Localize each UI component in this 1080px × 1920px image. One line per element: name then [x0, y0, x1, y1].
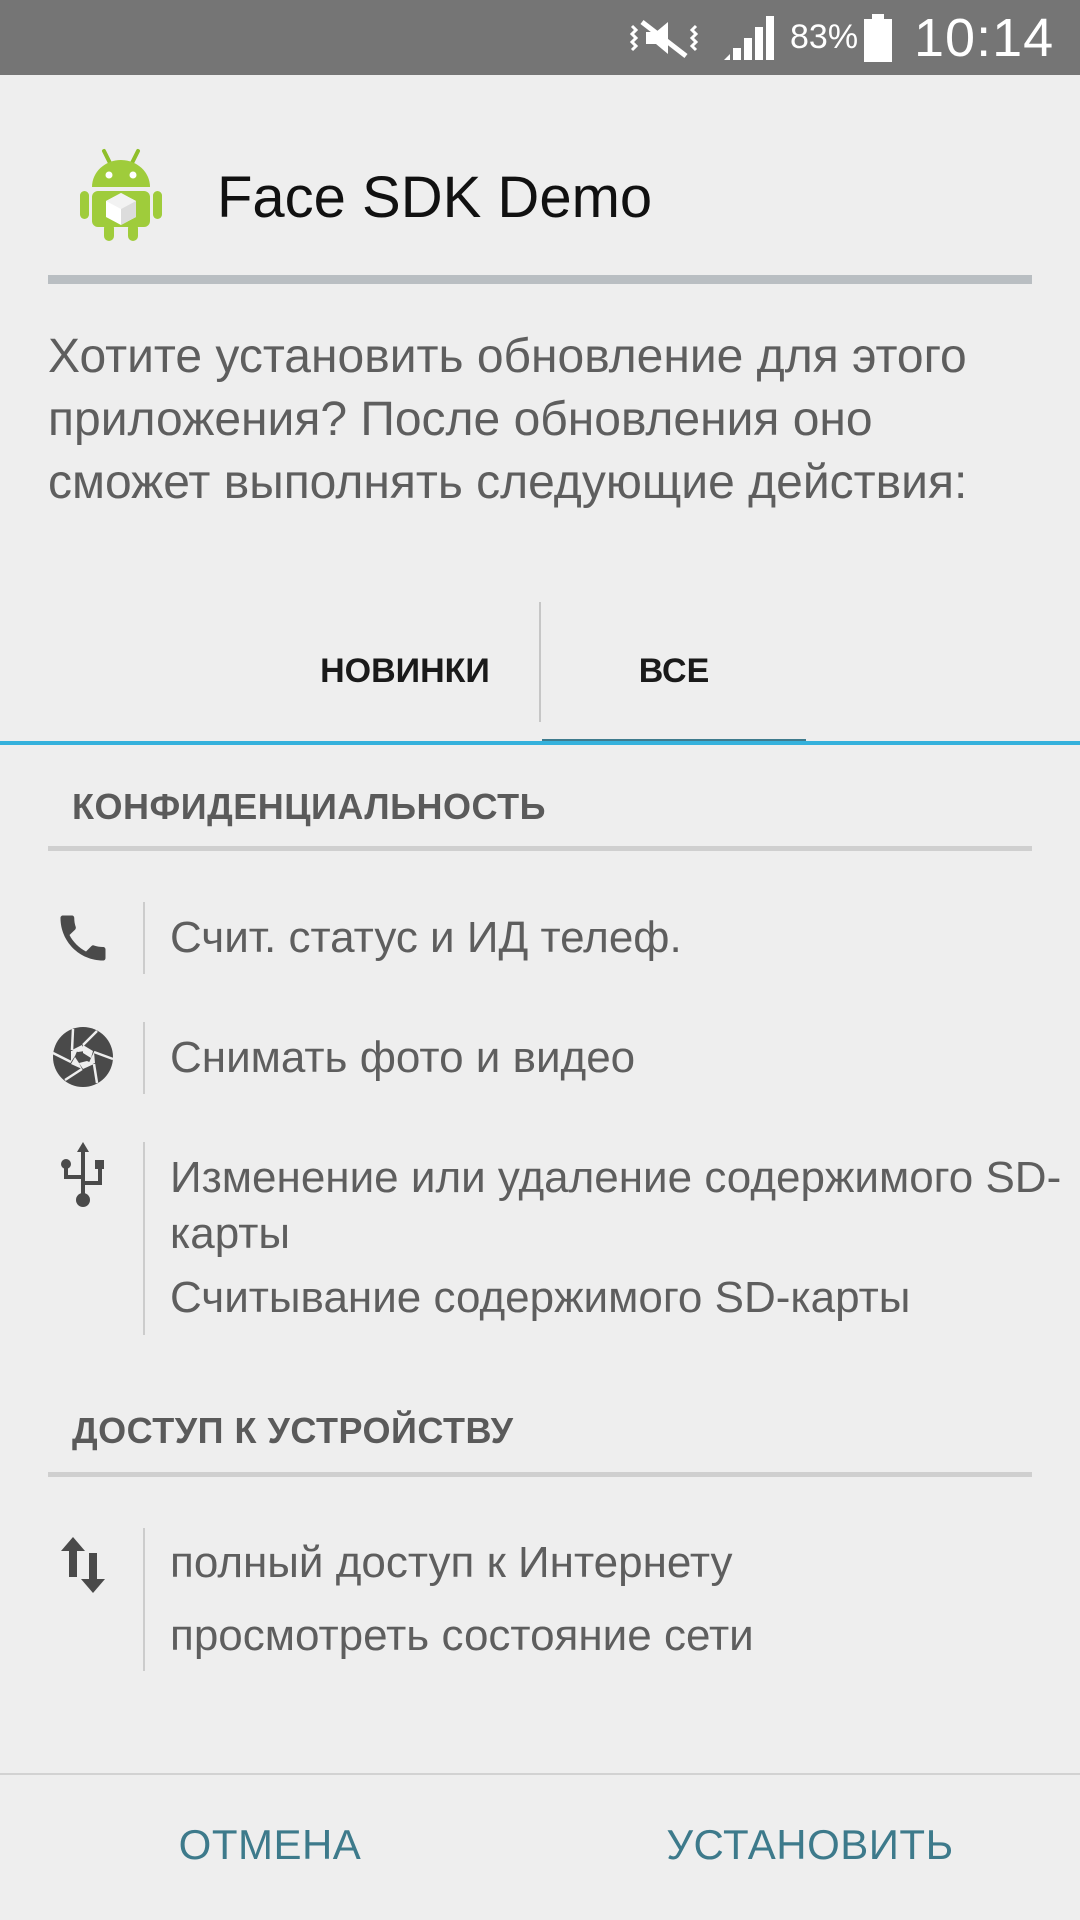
- camera-shutter-icon: [50, 1024, 116, 1090]
- permission-separator: [143, 902, 145, 974]
- permission-item: полный доступ к Интернету: [170, 1538, 733, 1587]
- permission-separator: [143, 1142, 145, 1335]
- battery-percent: 83%: [790, 18, 859, 56]
- android-app-icon: [78, 147, 164, 243]
- permission-item: просмотреть состояние сети: [170, 1611, 754, 1660]
- permission-item: Изменение или удаление содержимого SD-ка…: [170, 1153, 1062, 1258]
- status-bar: 83% 10:14: [0, 0, 1080, 75]
- tab-all[interactable]: ВСЕ: [542, 600, 806, 742]
- update-prompt: Хотите установить обновление для этого п…: [48, 330, 968, 509]
- permission-item: Считывание содержимого SD-карты: [170, 1273, 911, 1322]
- cancel-button[interactable]: ОТМЕНА: [120, 1790, 420, 1900]
- tabs-underline: [0, 741, 1080, 745]
- section-divider: [48, 846, 1032, 851]
- permission-separator: [143, 1528, 145, 1671]
- mute-vibrate-icon: [628, 0, 700, 75]
- clock: 10:14: [914, 7, 1055, 68]
- phone-icon: [50, 905, 116, 971]
- permission-item: Снимать фото и видео: [170, 1033, 636, 1082]
- section-divider: [48, 1472, 1032, 1477]
- signal-icon: [722, 0, 774, 75]
- header-divider: [48, 275, 1032, 284]
- network-arrows-icon: [50, 1532, 116, 1598]
- button-bar-divider: [0, 1773, 1080, 1775]
- tab-new[interactable]: НОВИНКИ: [270, 600, 540, 742]
- section-title-privacy: КОНФИДЕНЦИАЛЬНОСТЬ: [72, 786, 546, 827]
- usb-icon: [50, 1142, 116, 1208]
- install-button[interactable]: УСТАНОВИТЬ: [640, 1790, 980, 1900]
- app-title: Face SDK Demo: [217, 165, 653, 230]
- tab-separator: [539, 602, 541, 722]
- battery-icon: [862, 0, 894, 75]
- section-title-device-access: ДОСТУП К УСТРОЙСТВУ: [72, 1410, 514, 1451]
- permission-tabs: НОВИНКИ ВСЕ: [0, 600, 1080, 746]
- permission-separator: [143, 1022, 145, 1094]
- permission-item: Счит. статус и ИД телеф.: [170, 913, 682, 962]
- app-header: Face SDK Demo: [0, 75, 1080, 280]
